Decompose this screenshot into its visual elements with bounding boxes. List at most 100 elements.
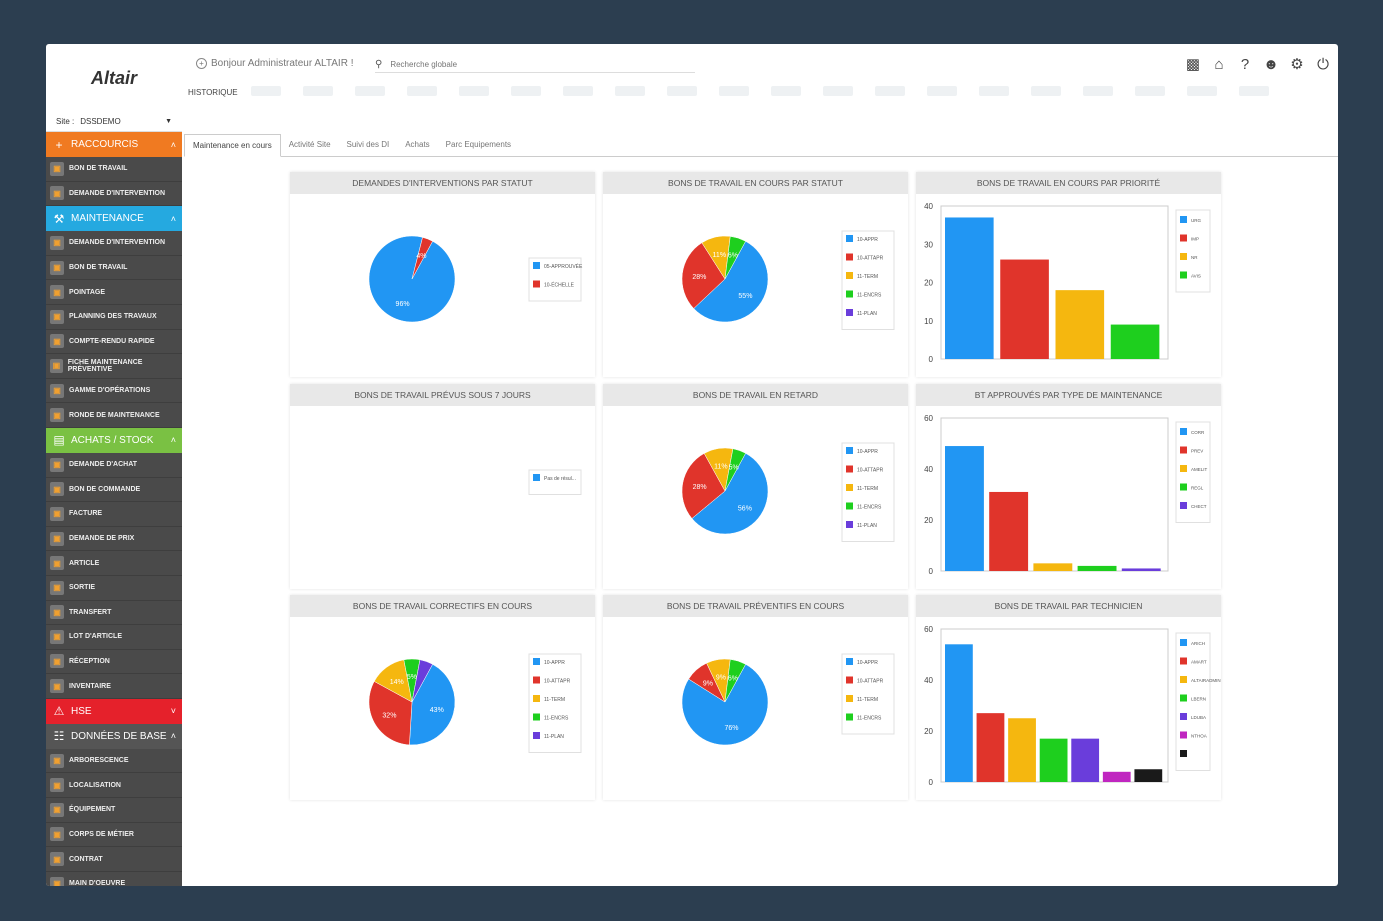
chart-title: BT APPROUVÉS PAR TYPE DE MAINTENANCE <box>916 384 1221 406</box>
sidebar-item-bon-de-commande[interactable]: ▣ BON DE COMMANDE <box>46 478 182 503</box>
user-icon[interactable]: ☻ <box>1262 56 1280 74</box>
legend-swatch <box>533 732 540 739</box>
bar <box>945 644 973 782</box>
menu-item-icon: ▣ <box>50 334 64 349</box>
sidebar-item-gamme-d-op-rations[interactable]: ▣ GAMME D'OPÉRATIONS <box>46 379 182 404</box>
history-item[interactable] <box>771 86 801 96</box>
sidebar-item-demande-d-achat[interactable]: ▣ DEMANDE D'ACHAT <box>46 453 182 478</box>
history-item[interactable] <box>511 86 541 96</box>
legend-swatch <box>1180 694 1187 702</box>
history-item[interactable] <box>667 86 697 96</box>
sidebar-item-inventaire[interactable]: ▣ INVENTAIRE <box>46 674 182 699</box>
history-item[interactable] <box>1083 86 1113 96</box>
help-icon[interactable]: ? <box>1236 56 1254 74</box>
sidebar-item--quipement[interactable]: ▣ ÉQUIPEMENT <box>46 798 182 823</box>
sidebar-item-label: TRANSFERT <box>69 608 112 616</box>
sidebar-item-bon-de-travail[interactable]: ▣ BON DE TRAVAIL <box>46 157 182 182</box>
power-icon[interactable]: ⏻ <box>1314 56 1332 74</box>
sidebar-item-arborescence[interactable]: ▣ ARBORESCENCE <box>46 749 182 774</box>
tab-suivi-des-di[interactable]: Suivi des DI <box>339 134 398 157</box>
sidebar-item-planning-des-travaux[interactable]: ▣ PLANNING DES TRAVAUX <box>46 305 182 330</box>
sidebar-item-corps-de-m-tier[interactable]: ▣ CORPS DE MÉTIER <box>46 823 182 848</box>
sidebar-item-main-d-oeuvre[interactable]: ▣ MAIN D'OEUVRE <box>46 872 182 886</box>
sidebar-item-facture[interactable]: ▣ FACTURE <box>46 502 182 527</box>
section-label: DONNÉES DE BASE <box>71 730 167 742</box>
history-item[interactable] <box>251 86 281 96</box>
sidebar-item-demande-d-intervention[interactable]: ▣ DEMANDE D'INTERVENTION <box>46 182 182 207</box>
cart-icon: ▤ <box>53 433 65 448</box>
sidebar-item-localisation[interactable]: ▣ LOCALISATION <box>46 773 182 799</box>
sidebar-section-maintenance[interactable]: ⚒ MAINTENANCE ˄ <box>46 206 182 232</box>
sidebar-item-bon-de-travail[interactable]: ▣ BON DE TRAVAIL <box>46 256 182 281</box>
sidebar-item-compte-rendu-rapide[interactable]: ▣ COMPTE-RENDU RAPIDE <box>46 330 182 355</box>
history-item[interactable] <box>823 86 853 96</box>
sidebar-section-achats-stock[interactable]: ▤ ACHATS / STOCK ˄ <box>46 427 182 453</box>
history-item[interactable] <box>979 86 1009 96</box>
sidebar-item-fiche-maintenance-pr-ventive[interactable]: ▣ FICHE MAINTENANCE PRÉVENTIVE <box>46 354 182 379</box>
legend-label: IMP <box>1191 237 1199 242</box>
sidebar-item-label: SORTIE <box>69 584 96 592</box>
sidebar-item-r-ception[interactable]: ▣ RÉCEPTION <box>46 650 182 675</box>
top-icons: ▩ ⌂ ? ☻ ⚙ ⏻ <box>1184 56 1332 74</box>
sidebar-item-demande-d-intervention[interactable]: ▣ DEMANDE D'INTERVENTION <box>46 231 182 256</box>
sidebar-section-hse[interactable]: ⚠ HSE ˅ <box>46 698 182 724</box>
pie-slice-label: 9% <box>703 681 713 688</box>
tab-maintenance-en-cours[interactable]: Maintenance en cours <box>184 134 281 157</box>
history-item[interactable] <box>459 86 489 96</box>
chart-svg: 56% 28% 11% 5% 10-APPR 10-ATTAPR 11-TERM 11-ENC… <box>681 442 895 542</box>
search-input[interactable] <box>390 60 671 69</box>
history-item[interactable] <box>927 86 957 96</box>
sidebar-item-ronde-de-maintenance[interactable]: ▣ RONDE DE MAINTENANCE <box>46 403 182 428</box>
logo[interactable]: Altair <box>46 44 182 112</box>
sidebar: Altair Site : DSSDEMO ▼ + RACCOURCIS ˄ ▣ BON… <box>46 44 182 886</box>
tab-activite-site[interactable]: Activité Site <box>281 134 339 157</box>
history-item[interactable] <box>1135 86 1165 96</box>
bar <box>1077 565 1117 571</box>
stats-icon[interactable]: ▩ <box>1184 56 1202 74</box>
legend-swatch <box>846 447 853 454</box>
home-icon[interactable]: ⌂ <box>1210 56 1228 74</box>
sidebar-item-sortie[interactable]: ▣ SORTIE <box>46 576 182 601</box>
legend-swatch <box>533 474 540 481</box>
y-tick-label: 0 <box>929 355 934 364</box>
history-item[interactable] <box>563 86 593 96</box>
history-item[interactable] <box>407 86 437 96</box>
history-item[interactable] <box>303 86 333 96</box>
tab-achats[interactable]: Achats <box>397 134 437 157</box>
sidebar-item-demande-de-prix[interactable]: ▣ DEMANDE DE PRIX <box>46 527 182 552</box>
sidebar-item-transfert[interactable]: ▣ TRANSFERT <box>46 601 182 626</box>
sidebar-item-article[interactable]: ▣ ARTICLE <box>46 551 182 576</box>
chart-panel: BONS DE TRAVAIL EN COURS PAR STATUT 55% 28… <box>603 172 908 377</box>
sidebar-item-lot-d-article[interactable]: ▣ LOT D'ARTICLE <box>46 625 182 650</box>
legend-label: CHECT <box>1191 504 1207 509</box>
site-selector[interactable]: Site : DSSDEMO ▼ <box>46 112 182 132</box>
section-label: HSE <box>71 705 92 717</box>
history-item[interactable] <box>355 86 385 96</box>
history-item[interactable] <box>1239 86 1269 96</box>
sidebar-item-label: CORPS DE MÉTIER <box>69 830 134 838</box>
sidebar-item-label: ÉQUIPEMENT <box>69 806 116 814</box>
chart-svg: 0 10 20 30 40 URG IMP NR AVIS <box>924 202 1211 364</box>
sidebar-item-pointage[interactable]: ▣ POINTAGE <box>46 280 182 305</box>
network-icon[interactable]: ⚙ <box>1288 56 1306 74</box>
history-item[interactable] <box>719 86 749 96</box>
history-item[interactable] <box>875 86 905 96</box>
pie-slice-label: 43% <box>430 707 444 714</box>
section-label: RACCOURCIS <box>71 139 139 150</box>
menu-item-icon: ▣ <box>50 260 64 275</box>
search-icon[interactable]: ⚲ <box>375 59 382 70</box>
sidebar-section-raccourcis[interactable]: + RACCOURCIS ˄ <box>46 132 182 157</box>
history-item[interactable] <box>615 86 645 96</box>
bar <box>976 713 1005 782</box>
legend-label: 11-ENCRS <box>857 505 882 511</box>
tab-parc-equipements[interactable]: Parc Equipements <box>438 134 519 157</box>
history-item[interactable] <box>1031 86 1061 96</box>
legend-box <box>841 653 895 735</box>
menu-item-icon: ▣ <box>50 408 64 423</box>
legend-label: 11-ENCRS <box>857 293 882 299</box>
sidebar-item-contrat[interactable]: ▣ CONTRAT <box>46 847 182 872</box>
legend-label: 10-ATTAPR <box>544 679 571 685</box>
sidebar-section-donn-es-de-base[interactable]: ☷ DONNÉES DE BASE ˄ <box>46 723 182 749</box>
sidebar-item-label: DEMANDE D'ACHAT <box>69 461 138 469</box>
history-item[interactable] <box>1187 86 1217 96</box>
